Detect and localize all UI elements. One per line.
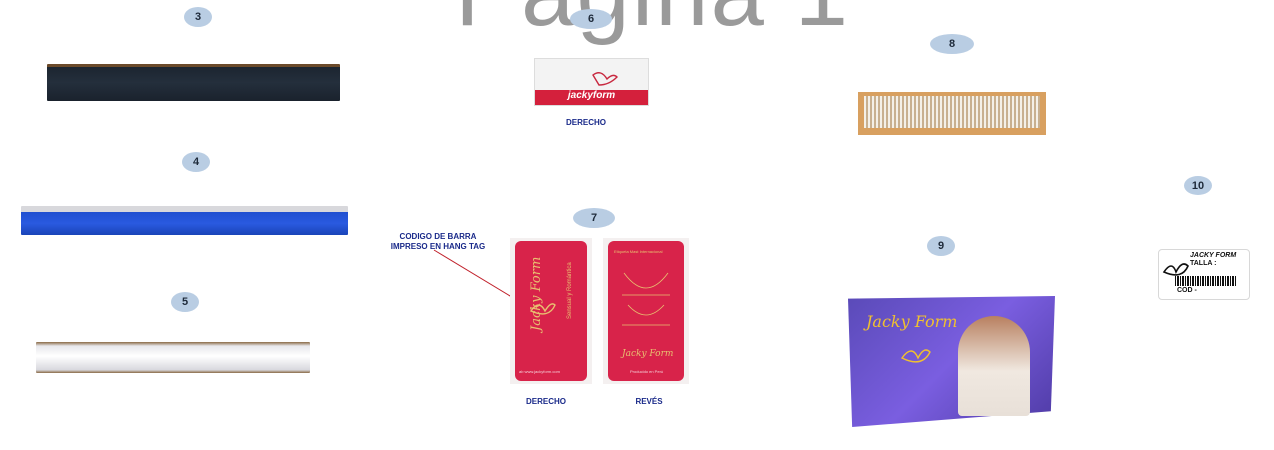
hangtag-front-brand: Jacky Form — [529, 256, 544, 331]
hangtag-front-tagline: Sensual y Romántica — [567, 262, 573, 319]
hangtag-front-card: Jacky Form Sensual y Romántica ab www.ja… — [515, 241, 587, 381]
item-badge-10: 10 — [1184, 176, 1212, 195]
woven-label-photo: jackyform — [534, 58, 649, 106]
hangtag-front-web: ab www.jackyform.com — [519, 369, 560, 374]
barcode-sticker: JACKY FORM TALLA : COD - — [1158, 249, 1250, 300]
page-watermark: Pagina 1 — [455, 0, 850, 48]
box-brand-text: Jacky Form — [866, 312, 958, 331]
black-elastic-photo — [47, 64, 340, 101]
blue-elastic-photo — [21, 206, 348, 235]
item-badge-8: 8 — [930, 34, 974, 54]
item-badge-6: 6 — [570, 9, 612, 29]
tag-pins-photo — [858, 92, 1046, 135]
sticker-brand: JACKY FORM — [1190, 252, 1237, 259]
garment-diagram-icon — [622, 272, 670, 326]
model-figure — [958, 316, 1030, 416]
item-badge-7: 7 — [573, 208, 615, 228]
white-strap-photo — [36, 342, 310, 373]
hangtag-back-caption: REVÉS — [635, 397, 663, 406]
hangtag-back-title: Etiqueta Mast Internacional — [614, 249, 663, 254]
item-badge-4: 4 — [182, 152, 210, 172]
label-brand-text: jackyform — [567, 90, 616, 101]
barcode-icon — [1175, 276, 1237, 286]
hangtag-front-caption: DERECHO — [525, 397, 566, 406]
hangtag-back-brand: Jacky Form — [622, 349, 674, 359]
hangtag-back-photo: Etiqueta Mast Internacional Jacky Form P… — [603, 238, 689, 384]
hangtag-back-footer: Producido en Perú — [630, 369, 664, 374]
item-badge-5: 5 — [171, 292, 199, 312]
product-box-photo: Jacky Form — [848, 296, 1055, 427]
label-derecho-caption: DERECHO — [565, 118, 606, 127]
hangtag-front-photo: Jacky Form Sensual y Romántica ab www.ja… — [510, 238, 592, 384]
item-badge-3: 3 — [184, 7, 212, 27]
bird-logo-icon — [1162, 263, 1189, 276]
hangtag-back-card: Etiqueta Mast Internacional Jacky Form P… — [608, 241, 684, 381]
item-badge-9: 9 — [927, 236, 955, 256]
sticker-size-label: TALLA : — [1190, 260, 1217, 267]
tag-pins-strip — [864, 96, 1040, 128]
sticker-code-label: COD - — [1177, 287, 1197, 294]
barcode-note-line1: CODIGO DE BARRA — [399, 232, 477, 241]
bird-logo-icon — [900, 349, 931, 363]
